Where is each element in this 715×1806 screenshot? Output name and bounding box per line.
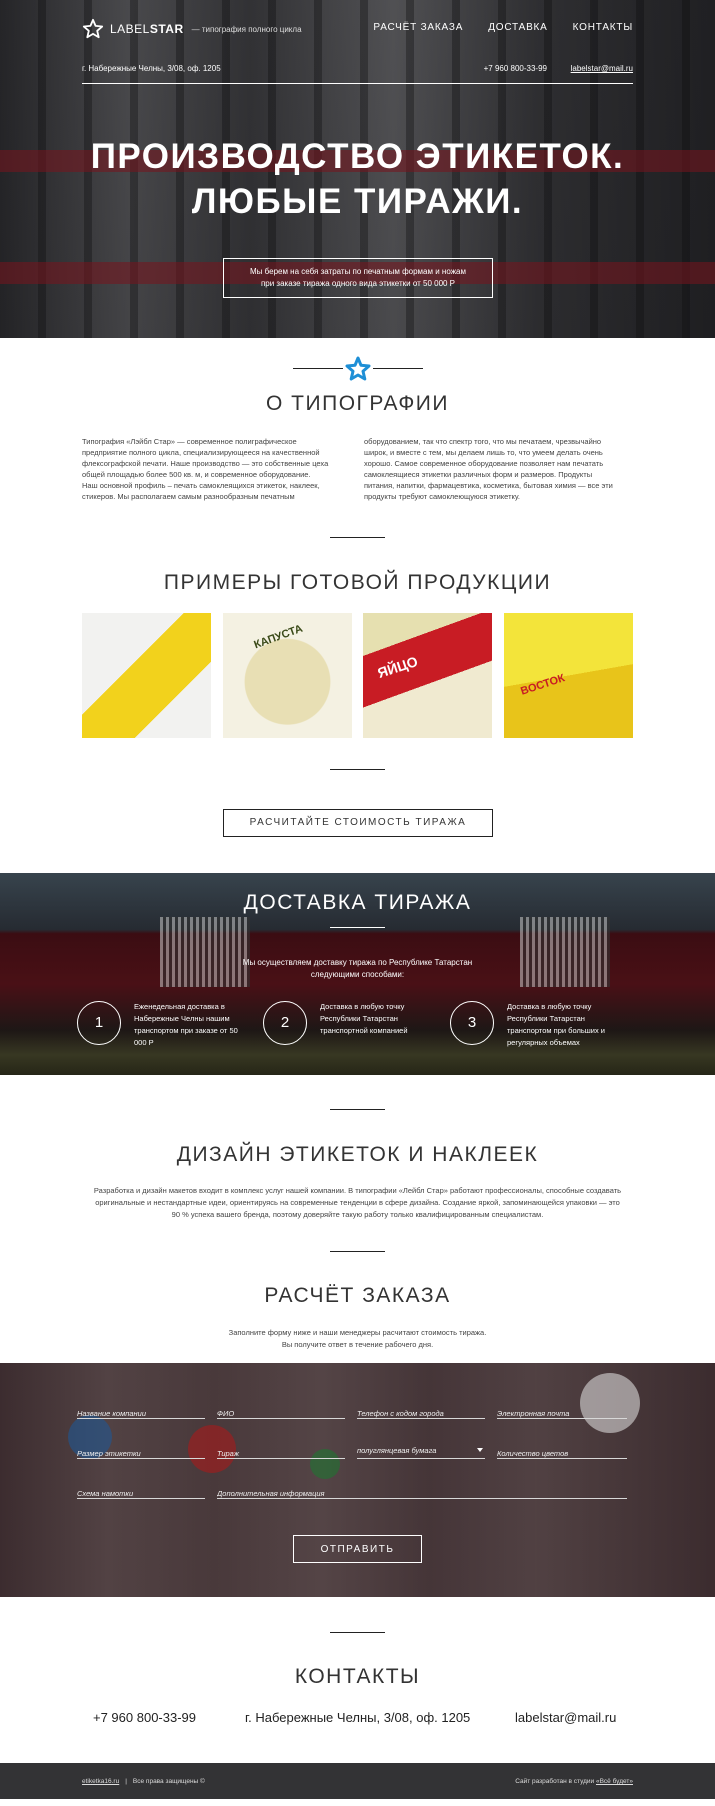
logo-text: LABELSTAR bbox=[110, 22, 184, 36]
step-text: Еженедельная доставка в Набережные Челны… bbox=[134, 1002, 238, 1047]
extra-info-field bbox=[217, 1483, 627, 1501]
paper-select[interactable]: полуглянцевая бумага bbox=[357, 1443, 485, 1459]
section-divider bbox=[330, 769, 385, 770]
about-section: О ТИПОГРАФИИ Типография «Лэйбл Стар» — с… bbox=[0, 338, 715, 533]
about-text-col2: оборудованием, так что спектр того, что … bbox=[364, 437, 613, 501]
product-photo-egg[interactable]: ЯЙЦО bbox=[363, 613, 492, 738]
delivery-title: ДОСТАВКА ТИРАЖА bbox=[243, 891, 472, 914]
fio-field bbox=[217, 1403, 345, 1421]
footer-dev-link[interactable]: «Всё будет» bbox=[596, 1778, 633, 1785]
footer-right: Сайт разработан в студии «Всё будет» bbox=[515, 1778, 633, 1785]
run-input[interactable] bbox=[217, 1446, 345, 1461]
star-divider bbox=[293, 356, 423, 382]
calc-title: РАСЧЁТ ЗАКАЗА bbox=[264, 1284, 451, 1307]
product-photo-caption: КАПУСТА bbox=[252, 622, 305, 652]
hero-note-box: Мы берем на себя затраты по печатным фор… bbox=[223, 258, 493, 298]
hero-title-line1: ПРОИЗВОДСТВО ЭТИКЕТОК. bbox=[90, 137, 625, 176]
section-divider bbox=[330, 1251, 385, 1252]
chevron-down-icon bbox=[477, 1448, 483, 1452]
product-photo-vostok[interactable]: ВОСТОК bbox=[504, 613, 633, 738]
section-divider bbox=[330, 1109, 385, 1110]
product-photo-cabbage[interactable]: КАПУСТА bbox=[223, 613, 352, 738]
footer-dev-text: Сайт разработан в студии bbox=[515, 1778, 596, 1785]
delivery-section: ДОСТАВКА ТИРАЖА Мы осуществляем доставку… bbox=[0, 873, 715, 1075]
design-title: ДИЗАЙН ЭТИКЕТОК И НАКЛЕЕК bbox=[176, 1143, 539, 1166]
size-input[interactable] bbox=[77, 1446, 205, 1461]
company-field bbox=[77, 1403, 205, 1421]
contacts-title: КОНТАКТЫ bbox=[294, 1665, 421, 1688]
header-phone[interactable]: +7 960 800-33-99 bbox=[484, 64, 547, 73]
paper-select-value: полуглянцевая бумага bbox=[357, 1446, 437, 1455]
page: LABELSTAR — типография полного цикла РАС… bbox=[0, 0, 715, 1799]
footer: etiketka16.ru | Все права защищены © Сайт … bbox=[0, 1763, 715, 1799]
email-input[interactable] bbox=[497, 1406, 627, 1421]
design-section: ДИЗАЙН ЭТИКЕТОК И НАКЛЕЕК Разработка и д… bbox=[0, 1075, 715, 1251]
header-email-link[interactable]: labelstar@mail.ru bbox=[571, 64, 633, 73]
contacts-section: КОНТАКТЫ +7 960 800-33-99 г. Набережные … bbox=[0, 1597, 715, 1763]
delivery-intro: Мы осуществляем доставку тиража по Респу… bbox=[242, 958, 473, 979]
logo[interactable]: LABELSTAR — типография полного цикла bbox=[82, 18, 302, 40]
hero-note-line1: Мы берем на себя затраты по печатным фор… bbox=[249, 267, 466, 276]
product-photo-caption: ВОСТОК bbox=[519, 672, 567, 698]
email-field bbox=[497, 1403, 627, 1421]
divider-line bbox=[373, 368, 423, 369]
step-text: Доставка в любую точку Республики Татарс… bbox=[507, 1002, 605, 1047]
footer-left: etiketka16.ru | Все права защищены © bbox=[82, 1778, 205, 1785]
company-input[interactable] bbox=[77, 1406, 205, 1421]
product-photo-caption: ЯЙЦО bbox=[375, 653, 420, 681]
footer-site-link[interactable]: etiketka16.ru bbox=[82, 1778, 119, 1785]
top-bar: LABELSTAR — типография полного цикла РАС… bbox=[82, 18, 633, 40]
logo-slogan: — типография полного цикла bbox=[191, 24, 302, 34]
nav-link-contacts[interactable]: КОНТАКТЫ bbox=[573, 22, 633, 33]
hero-title-line2: ЛЮБЫЕ ТИРАЖИ. bbox=[191, 182, 524, 221]
contact-phone[interactable]: +7 960 800-33-99 bbox=[93, 1710, 196, 1725]
section-divider bbox=[330, 1632, 385, 1633]
hero-note-line2: при заказе тиража одного вида этикетки о… bbox=[260, 279, 456, 288]
section-divider bbox=[330, 537, 385, 538]
calc-text: Заполните форму ниже и наши менеджеры ра… bbox=[228, 1328, 487, 1349]
order-form: полуглянцевая бумага ОТПРАВИТЬ bbox=[0, 1363, 715, 1597]
main-nav: РАСЧЁТ ЗАКАЗА ДОСТАВКА КОНТАКТЫ bbox=[373, 22, 633, 33]
extra-info-input[interactable] bbox=[217, 1486, 627, 1501]
size-field bbox=[77, 1443, 205, 1461]
contact-email[interactable]: labelstar@mail.ru bbox=[515, 1710, 616, 1725]
nav-link-delivery[interactable]: ДОСТАВКА bbox=[488, 22, 547, 33]
winding-field bbox=[77, 1483, 205, 1501]
hero-section: LABELSTAR — типография полного цикла РАС… bbox=[0, 0, 715, 338]
winding-input[interactable] bbox=[77, 1486, 205, 1501]
hero-title: ПРОИЗВОДСТВО ЭТИКЕТОК. ЛЮБЫЕ ТИРАЖИ. bbox=[0, 134, 715, 224]
step-number-circle: 2 bbox=[263, 1001, 307, 1045]
colors-input[interactable] bbox=[497, 1446, 627, 1461]
step-text: Доставка в любую точку Республики Татарс… bbox=[320, 1002, 408, 1035]
step-number-circle: 3 bbox=[450, 1001, 494, 1045]
calc-cost-button[interactable]: РАСЧИТАЙТЕ СТОИМОСТЬ ТИРАЖА bbox=[223, 809, 493, 837]
design-text: Разработка и дизайн макетов входит в ком… bbox=[93, 1186, 622, 1219]
submit-button[interactable]: ОТПРАВИТЬ bbox=[293, 1535, 422, 1563]
phone-field bbox=[357, 1403, 485, 1421]
about-text-col1: Типография «Лэйбл Стар» — современное по… bbox=[82, 437, 329, 501]
logo-star-icon bbox=[82, 18, 104, 39]
fio-input[interactable] bbox=[217, 1406, 345, 1421]
delivery-title-underline bbox=[330, 927, 385, 928]
product-photo-label[interactable] bbox=[82, 613, 211, 738]
footer-rights: Все права защищены © bbox=[132, 1778, 205, 1785]
colors-field bbox=[497, 1443, 627, 1461]
step-number-circle: 1 bbox=[77, 1001, 121, 1045]
products-section: ПРИМЕРЫ ГОТОВОЙ ПРОДУКЦИИ КАПУСТА ЯЙЦО В… bbox=[0, 533, 715, 873]
star-icon bbox=[345, 356, 371, 381]
contact-address: г. Набережные Челны, 3/08, оф. 1205 bbox=[245, 1710, 471, 1725]
header-address: г. Набережные Челны, 3/08, оф. 1205 bbox=[82, 64, 221, 73]
calc-section: РАСЧЁТ ЗАКАЗА Заполните форму ниже и наш… bbox=[0, 1251, 715, 1363]
nav-link-calc[interactable]: РАСЧЁТ ЗАКАЗА bbox=[373, 22, 463, 33]
info-bar: г. Набережные Челны, 3/08, оф. 1205 +7 9… bbox=[82, 62, 633, 84]
products-title: ПРИМЕРЫ ГОТОВОЙ ПРОДУКЦИИ bbox=[163, 571, 552, 594]
about-title: О ТИПОГРАФИИ bbox=[266, 392, 449, 415]
phone-input[interactable] bbox=[357, 1406, 485, 1421]
divider-line bbox=[293, 368, 343, 369]
run-field bbox=[217, 1443, 345, 1461]
